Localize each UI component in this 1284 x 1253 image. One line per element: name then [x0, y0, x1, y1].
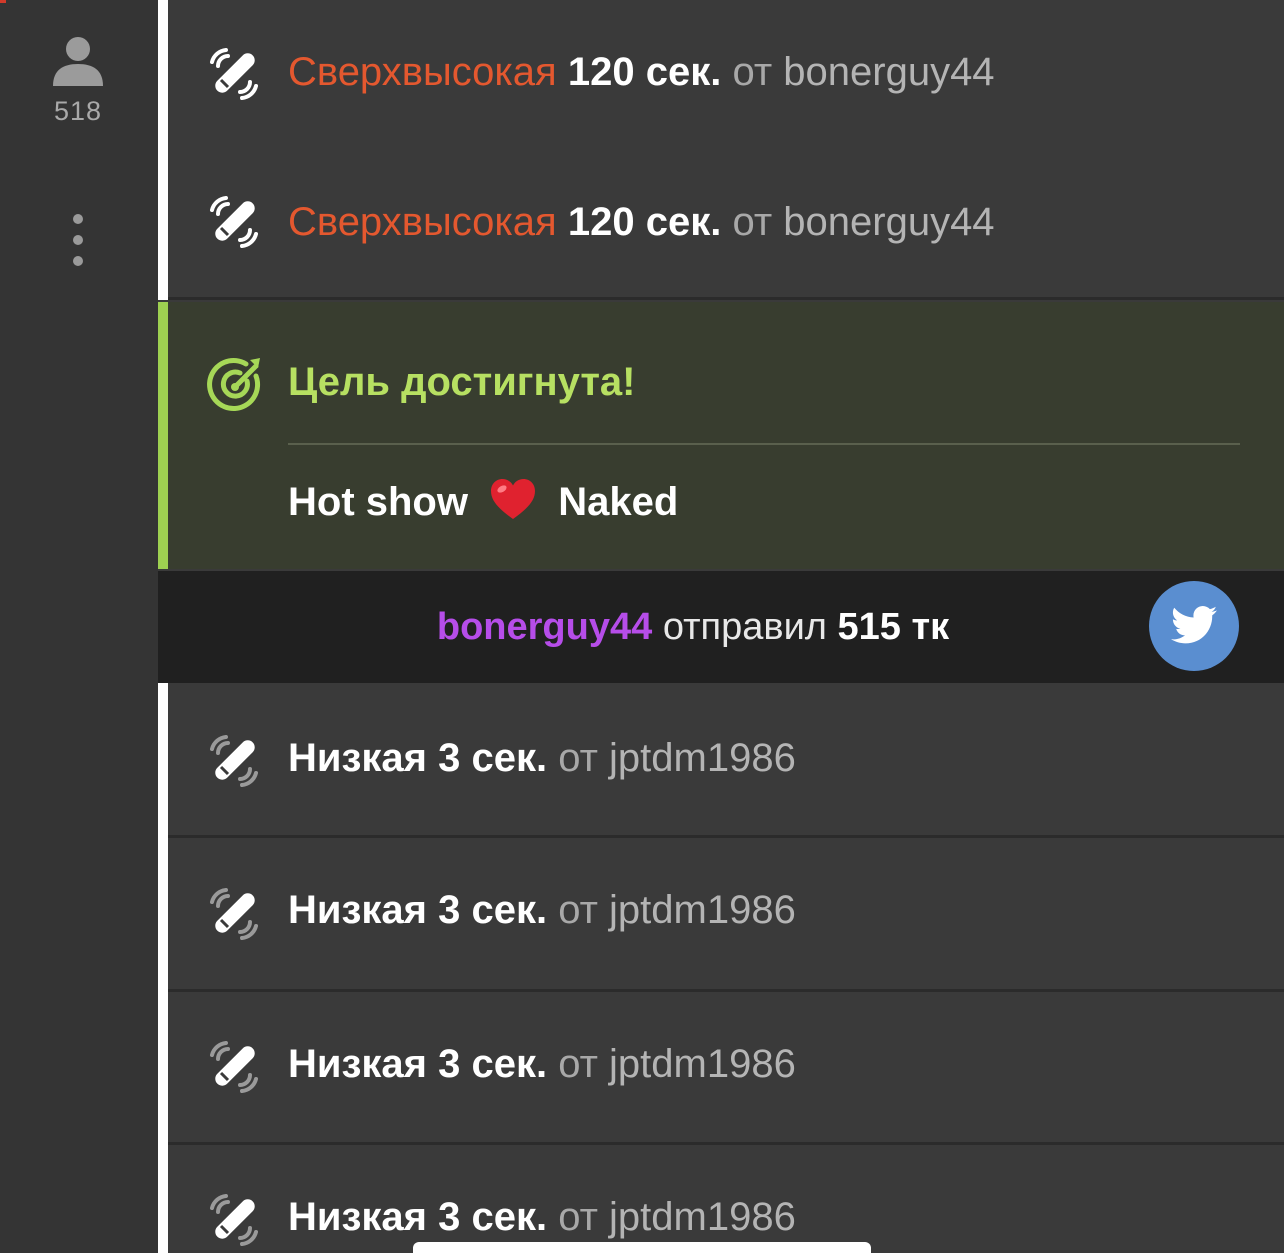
vibe-event-row: Низкая 3 сек. от jptdm1986 — [158, 1145, 1284, 1253]
user-icon — [53, 37, 103, 86]
vibe-duration: 120 сек. — [567, 200, 722, 244]
chat-feed[interactable]: Сверхвысокая 120 сек. от bonerguy44 Свер… — [158, 0, 1284, 1253]
vibe-event-row: Низкая 3 сек. от jptdm1986 — [158, 683, 1284, 838]
goal-desc-part: Naked — [558, 480, 679, 524]
goal-desc-part: Hot show — [288, 480, 468, 524]
vibe-event-text: Низкая 3 сек. от jptdm1986 — [288, 888, 796, 933]
vibration-icon — [210, 48, 258, 100]
vibe-event-text: Сверхвысокая 120 сек. от bonerguy44 — [288, 50, 995, 95]
from-label: от — [732, 200, 773, 244]
vibe-event-text: Низкая 3 сек. от jptdm1986 — [288, 1195, 796, 1240]
vibe-event-row: Низкая 3 сек. от jptdm1986 — [158, 992, 1284, 1145]
username-link[interactable]: jptdm1986 — [609, 1042, 796, 1086]
vibe-event-text: Низкая 3 сек. от jptdm1986 — [288, 736, 796, 781]
vibe-duration: 3 сек. — [438, 888, 548, 932]
heart-emoji-icon — [491, 479, 536, 519]
vibe-level: Низкая — [288, 736, 427, 780]
vibe-level: Низкая — [288, 1195, 427, 1239]
target-icon — [207, 358, 261, 411]
sidebar: 518 — [0, 0, 158, 1253]
goal-description: Hot show Naked — [288, 477, 678, 525]
vibe-event-row: Низкая 3 сек. от jptdm1986 — [158, 838, 1284, 992]
vibration-icon — [210, 735, 258, 787]
goal-title: Цель достигнута! — [288, 360, 636, 404]
viewer-count: 518 — [53, 96, 103, 126]
from-label: от — [558, 1042, 598, 1086]
vibe-duration: 3 сек. — [438, 1042, 548, 1086]
vibe-event-text: Сверхвысокая 120 сек. от bonerguy44 — [288, 200, 995, 245]
twitter-share-button[interactable] — [1149, 581, 1239, 671]
vibe-event-row: Сверхвысокая 120 сек. от bonerguy44 — [158, 0, 1284, 148]
username-link[interactable]: jptdm1986 — [609, 736, 796, 780]
tip-text: bonerguy44 отправил 515 тк — [158, 606, 1228, 649]
goal-reached-card: Цель достигнута! Hot show Naked — [158, 302, 1284, 569]
from-label: от — [558, 736, 598, 780]
divider — [288, 443, 1240, 445]
more-options-button[interactable] — [58, 208, 98, 272]
username-link[interactable]: bonerguy44 — [783, 50, 994, 94]
vibration-icon — [210, 196, 258, 248]
from-label: от — [558, 1195, 598, 1239]
vibe-duration: 3 сек. — [438, 736, 548, 780]
vibe-event-text: Низкая 3 сек. от jptdm1986 — [288, 1042, 796, 1087]
home-indicator[interactable] — [413, 1242, 871, 1253]
indicator-mark — [0, 0, 6, 3]
username-link[interactable]: bonerguy44 — [783, 200, 994, 244]
twitter-bird-icon — [1171, 606, 1217, 644]
from-label: от — [732, 50, 773, 94]
vibration-icon — [210, 1041, 258, 1093]
vibe-duration: 120 сек. — [567, 50, 722, 94]
viewer-counter[interactable]: 518 — [0, 34, 156, 127]
vibe-level: Сверхвысокая — [288, 200, 557, 244]
tip-amount: 515 тк — [837, 606, 950, 648]
username-link[interactable]: jptdm1986 — [609, 1195, 796, 1239]
from-label: от — [558, 888, 598, 932]
vibe-duration: 3 сек. — [438, 1195, 548, 1239]
vibe-level: Низкая — [288, 888, 427, 932]
tip-verb: отправил — [662, 606, 827, 648]
username-link[interactable]: jptdm1986 — [609, 888, 796, 932]
vibe-level: Низкая — [288, 1042, 427, 1086]
tip-notification: bonerguy44 отправил 515 тк — [158, 571, 1284, 683]
vibration-icon — [210, 888, 258, 940]
vibe-level: Сверхвысокая — [288, 50, 557, 94]
app-screen: 518 Сверхвысокая 120 сек. от bonerguy44 … — [0, 0, 1284, 1253]
vibration-icon — [210, 1194, 258, 1246]
vibe-event-row: Сверхвысокая 120 сек. от bonerguy44 — [158, 148, 1284, 300]
tipper-username[interactable]: bonerguy44 — [437, 606, 652, 648]
